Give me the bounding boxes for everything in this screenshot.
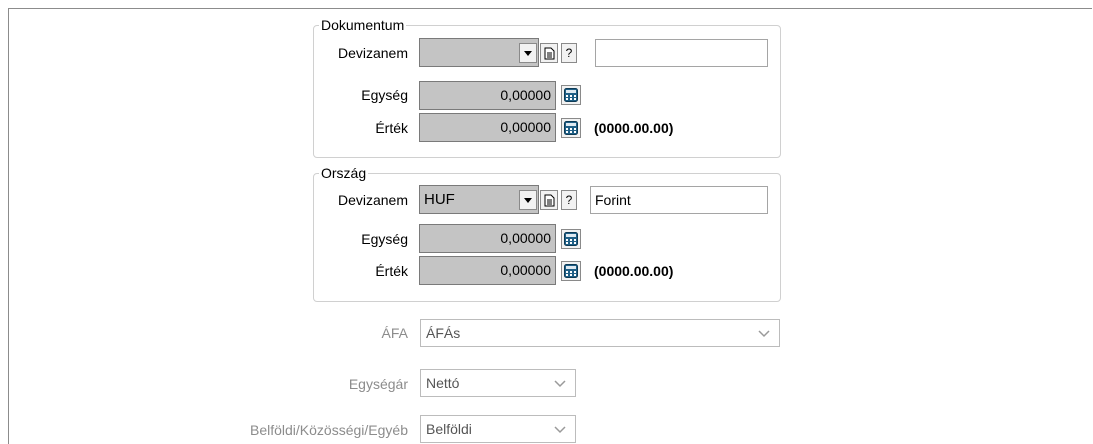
dokumentum-devizanem-doc-button[interactable] xyxy=(540,43,558,63)
dokumentum-egyseg-field[interactable]: 0,00000 xyxy=(419,81,556,110)
chevron-down-icon xyxy=(758,330,770,338)
chevron-down-icon xyxy=(554,426,566,434)
chevron-down-icon xyxy=(554,380,566,388)
dokumentum-devizanem-label: Devizanem xyxy=(337,45,408,61)
dokumentum-egyseg-calculator-button[interactable] xyxy=(561,85,581,105)
belfoldi-kozossegi-egyeb-select[interactable]: Belföldi xyxy=(420,415,576,443)
orszag-devizanem-doc-button[interactable] xyxy=(540,190,558,210)
calculator-icon xyxy=(564,264,578,278)
afa-label: ÁFA xyxy=(381,325,408,341)
calculator-icon xyxy=(564,88,578,102)
dokumentum-ertek-field[interactable]: 0,00000 xyxy=(419,113,556,142)
orszag-ertek-field[interactable]: 0,00000 xyxy=(419,256,556,285)
dokumentum-legend: Dokumentum xyxy=(319,16,407,34)
egysegar-select[interactable]: Nettó xyxy=(420,369,576,397)
calculator-icon xyxy=(564,232,578,246)
document-icon xyxy=(544,47,554,59)
calculator-icon xyxy=(564,121,578,135)
orszag-egyseg-calculator-button[interactable] xyxy=(561,229,581,249)
dropdown-arrow-icon xyxy=(524,50,532,56)
orszag-ertek-calculator-button[interactable] xyxy=(561,261,581,281)
egysegar-label: Egységár xyxy=(348,376,408,392)
orszag-egyseg-field[interactable]: 0,00000 xyxy=(419,224,556,253)
dokumentum-devizanem-dropdown-button[interactable] xyxy=(519,43,537,63)
dokumentum-devizanem-help-button[interactable]: ? xyxy=(561,43,577,63)
orszag-ertek-label: Érték xyxy=(375,263,408,279)
orszag-devizanem-dropdown-button[interactable] xyxy=(519,190,537,210)
dokumentum-egyseg-label: Egység xyxy=(361,87,408,103)
dokumentum-ertek-label: Érték xyxy=(375,120,408,136)
dropdown-arrow-icon xyxy=(524,197,532,203)
dokumentum-ertek-date: (0000.00.00) xyxy=(594,120,674,136)
orszag-devizanem-help-button[interactable]: ? xyxy=(561,190,577,210)
orszag-ertek-date: (0000.00.00) xyxy=(594,263,674,279)
orszag-devizanem-name-field[interactable]: Forint xyxy=(590,186,768,214)
afa-select[interactable]: ÁFÁs xyxy=(420,319,780,347)
orszag-egyseg-label: Egység xyxy=(361,231,408,247)
dokumentum-ertek-calculator-button[interactable] xyxy=(561,118,581,138)
orszag-devizanem-label: Devizanem xyxy=(337,192,408,208)
orszag-legend: Ország xyxy=(319,164,369,182)
dokumentum-devizanem-name-field[interactable] xyxy=(595,39,768,67)
document-icon xyxy=(544,194,554,206)
belfoldi-kozossegi-egyeb-label: Belföldi/Közösségi/Egyéb xyxy=(250,422,408,438)
